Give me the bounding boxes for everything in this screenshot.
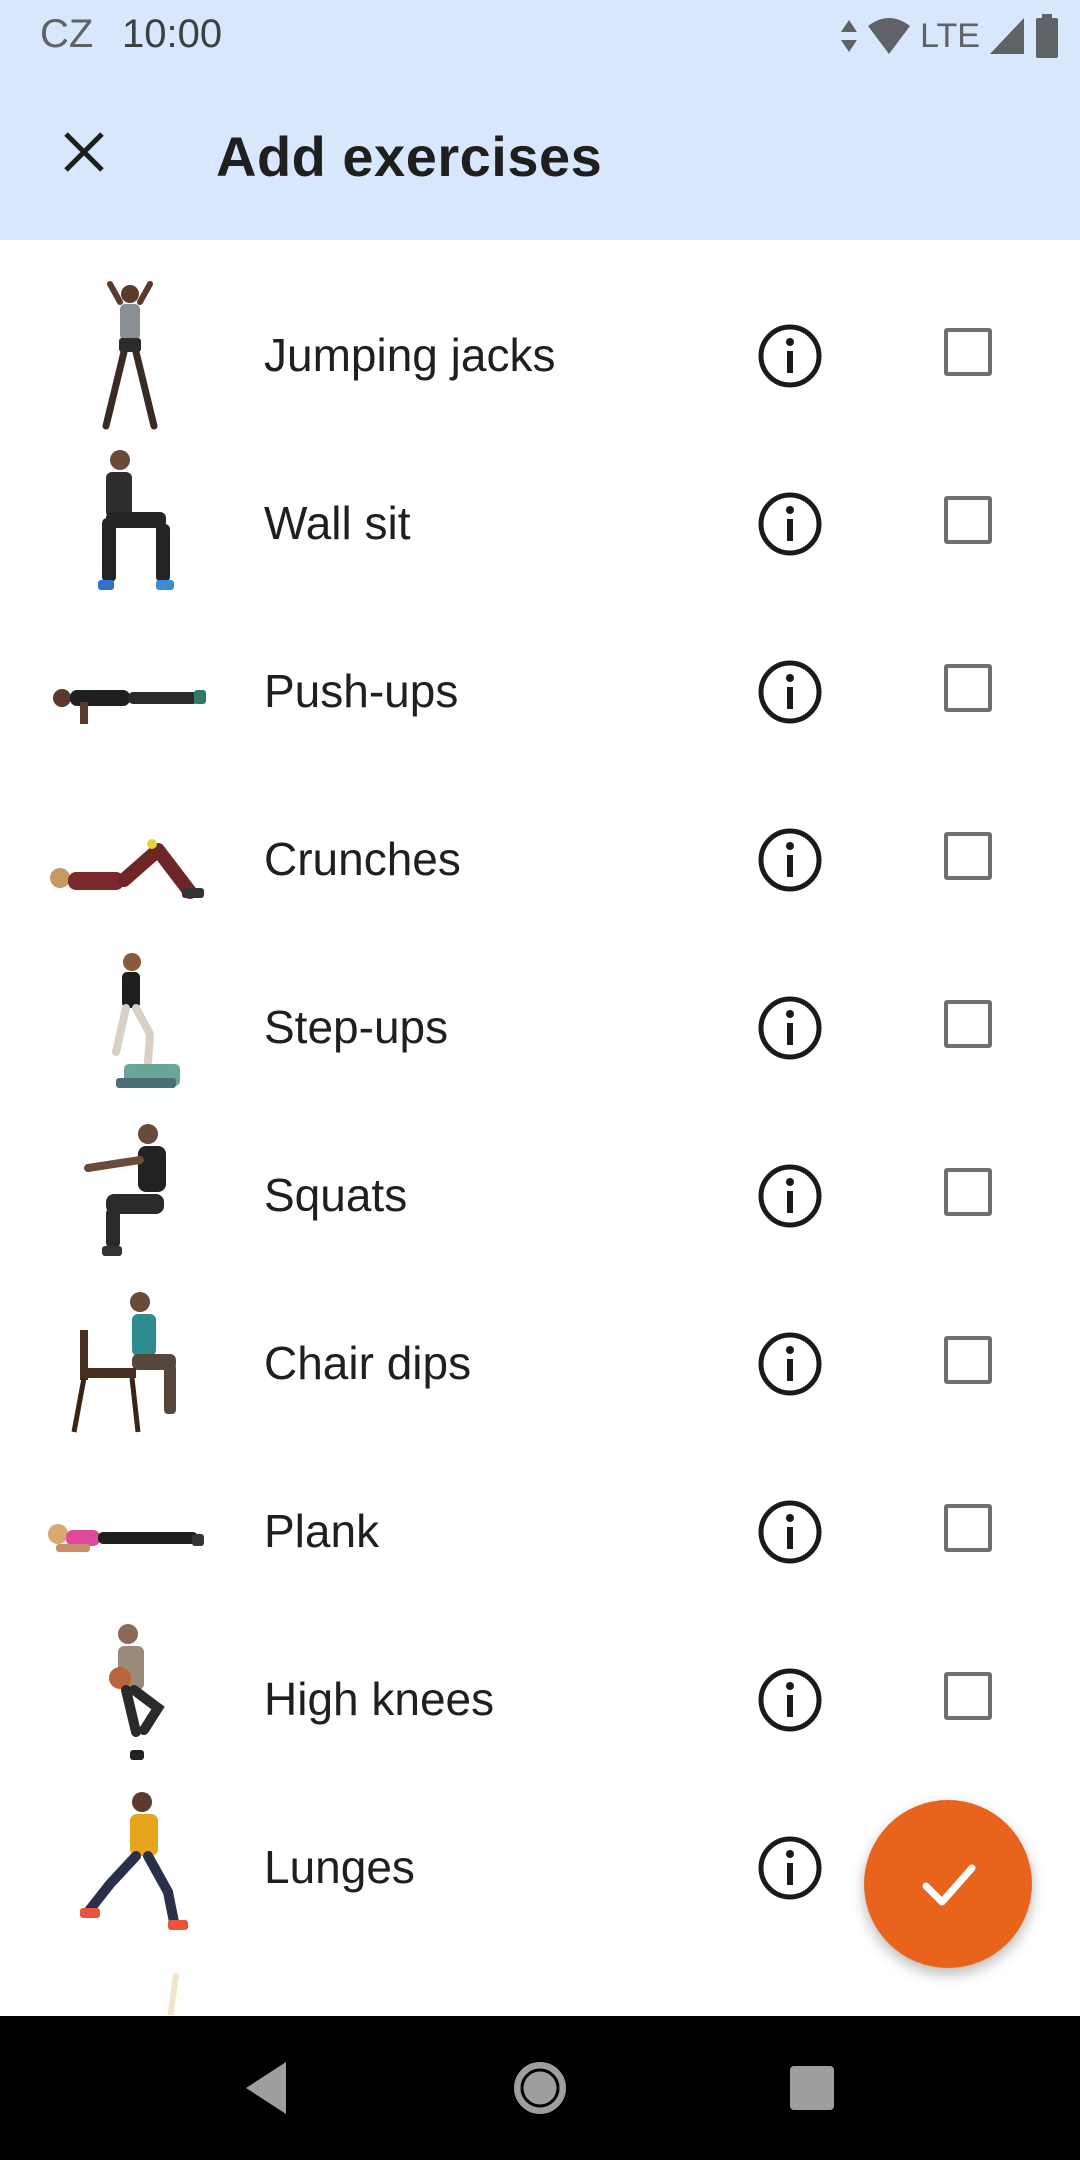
exercise-label: Chair dips [264,1337,472,1389]
close-icon [64,132,104,172]
info-icon[interactable] [756,322,824,390]
page-title: Add exercises [216,125,603,188]
jumping-jacks-image [102,281,158,430]
status-bar: CZ 10:00 LTE [0,0,1080,72]
exercise-label: High knees [264,1673,495,1725]
exercise-checkbox[interactable] [944,328,992,376]
exercise-label: Push-ups [264,665,459,717]
plank-image [48,1524,204,1552]
info-icon[interactable] [756,658,824,726]
info-icon[interactable] [756,1666,824,1734]
status-icons: LTE [840,12,1060,60]
status-carrier: CZ [40,12,94,56]
exercise-checkbox[interactable] [944,1672,992,1720]
chair-dips-image [71,1292,176,1433]
exercise-checkbox[interactable] [944,1504,992,1552]
info-icon[interactable] [756,1330,824,1398]
exercise-list[interactable]: Jumping jacks Wall sit Push-ups Crunches… [0,240,1080,2015]
exercise-label: Wall sit [264,497,411,549]
exercise-label: Squats [264,1169,408,1221]
signal-icon [990,18,1024,54]
squats-image [84,1124,166,1256]
list-item[interactable]: High knees [0,1616,1080,1784]
app-bar: Add exercises [0,72,1080,240]
back-icon[interactable] [236,2056,300,2120]
recents-icon[interactable] [780,2056,844,2120]
exercise-checkbox[interactable] [944,664,992,712]
data-transfer-icon [841,20,858,52]
list-item[interactable]: Squats [0,1112,1080,1280]
home-icon[interactable] [508,2056,572,2120]
exercise-checkbox[interactable] [944,496,992,544]
info-icon[interactable] [756,994,824,1062]
list-item[interactable]: Chair dips [0,1280,1080,1448]
info-icon[interactable] [756,490,824,558]
info-icon[interactable] [756,1834,824,1902]
exercise-label: Lunges [264,1841,415,1893]
push-ups-image [53,689,206,724]
exercise-checkbox[interactable] [944,832,992,880]
status-time: 10:00 [122,12,223,56]
list-item[interactable]: Crunches [0,776,1080,944]
wall-sit-image [98,450,174,590]
next-item-image-partial [167,1973,179,2015]
lunges-image [80,1792,188,1930]
crunches-image [50,839,204,899]
high-knees-image [109,1624,165,1760]
exercise-checkbox[interactable] [944,1336,992,1384]
exercise-checkbox[interactable] [944,1168,992,1216]
exercise-label: Crunches [264,833,461,885]
list-item[interactable]: Plank [0,1448,1080,1616]
check-icon [922,1864,976,1906]
step-ups-image [112,953,180,1088]
exercise-checkbox[interactable] [944,1000,992,1048]
list-item[interactable]: Step-ups [0,944,1080,1112]
exercise-label: Jumping jacks [264,329,556,381]
exercise-label: Plank [264,1505,380,1557]
network-type: LTE [920,16,980,55]
wifi-icon [868,18,911,54]
info-icon[interactable] [756,826,824,894]
exercise-label: Step-ups [264,1001,449,1053]
list-item[interactable]: Wall sit [0,440,1080,608]
info-icon[interactable] [756,1162,824,1230]
list-item[interactable]: Jumping jacks [0,272,1080,440]
info-icon[interactable] [756,1498,824,1566]
close-button[interactable] [44,112,124,192]
battery-icon [1036,14,1058,58]
confirm-fab[interactable] [864,1800,1032,1968]
navigation-bar [0,2016,1080,2160]
list-item[interactable]: Push-ups [0,608,1080,776]
